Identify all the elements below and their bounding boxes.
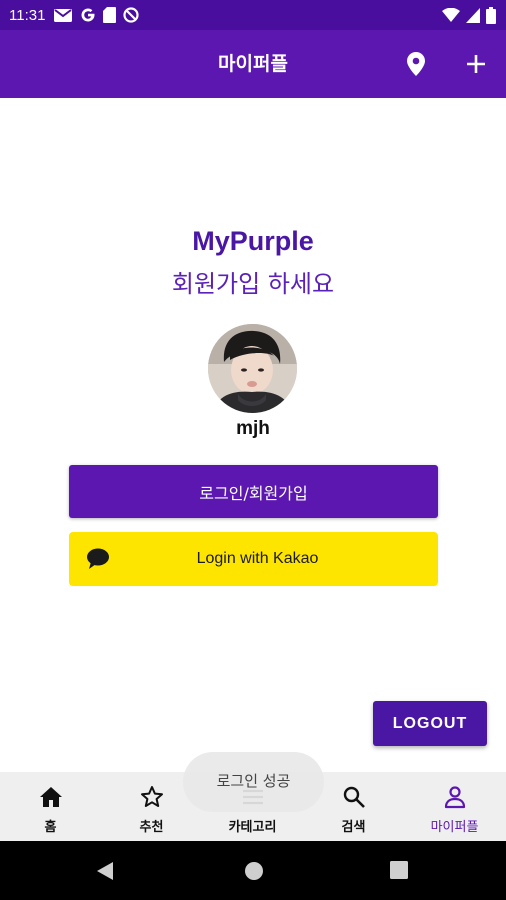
- location-button[interactable]: [402, 50, 430, 78]
- logout-button[interactable]: LOGOUT: [373, 701, 487, 746]
- login-signup-button[interactable]: 로그인/회원가입: [69, 465, 438, 518]
- add-icon: [467, 55, 485, 73]
- nav-label-search: 검색: [341, 820, 366, 835]
- brand-title: MyPurple: [192, 226, 314, 256]
- username: mjh: [236, 418, 270, 439]
- status-icons-left: [53, 7, 140, 23]
- wifi-icon: [442, 7, 460, 22]
- app-bar-title: 마이퍼플: [218, 53, 288, 75]
- nav-label-category: 카테고리: [228, 820, 277, 835]
- kakao-login-label: Login with Kakao: [196, 550, 319, 567]
- home-icon: [39, 787, 62, 807]
- recents-icon[interactable]: [390, 861, 408, 879]
- search-icon: [343, 786, 365, 808]
- location-icon: [407, 52, 425, 76]
- google-icon: [81, 8, 95, 22]
- signal-icon: [466, 7, 480, 23]
- sd-card-icon: [103, 7, 117, 23]
- battery-icon: [486, 6, 496, 24]
- nav-item-home[interactable]: 홈: [0, 772, 101, 841]
- star-icon: [140, 786, 163, 807]
- app-bar: 마이퍼플: [0, 30, 506, 98]
- home-button-icon[interactable]: [244, 861, 264, 881]
- signup-prompt: 회원가입 하세요: [171, 270, 335, 298]
- nav-label-home: 홈: [44, 820, 57, 835]
- nav-label-mypurple: 마이퍼플: [430, 820, 479, 835]
- back-icon[interactable]: [96, 861, 114, 881]
- person-icon: [444, 786, 465, 809]
- nav-label-recommend: 추천: [139, 820, 164, 835]
- gmail-icon: [54, 8, 73, 22]
- nav-item-mypurple[interactable]: 마이퍼플: [404, 772, 505, 841]
- do-not-disturb-icon: [123, 7, 140, 23]
- avatar: [208, 324, 297, 413]
- add-button[interactable]: [462, 50, 490, 78]
- status-bar: 11:31: [0, 0, 506, 30]
- kakao-login-button[interactable]: Login with Kakao: [69, 532, 438, 586]
- status-icons-right: [442, 0, 496, 30]
- avatar-photo: [208, 324, 297, 413]
- system-nav-bar: [0, 841, 506, 900]
- toast-message: 로그인 성공: [183, 752, 324, 812]
- status-time: 11:31: [9, 6, 46, 24]
